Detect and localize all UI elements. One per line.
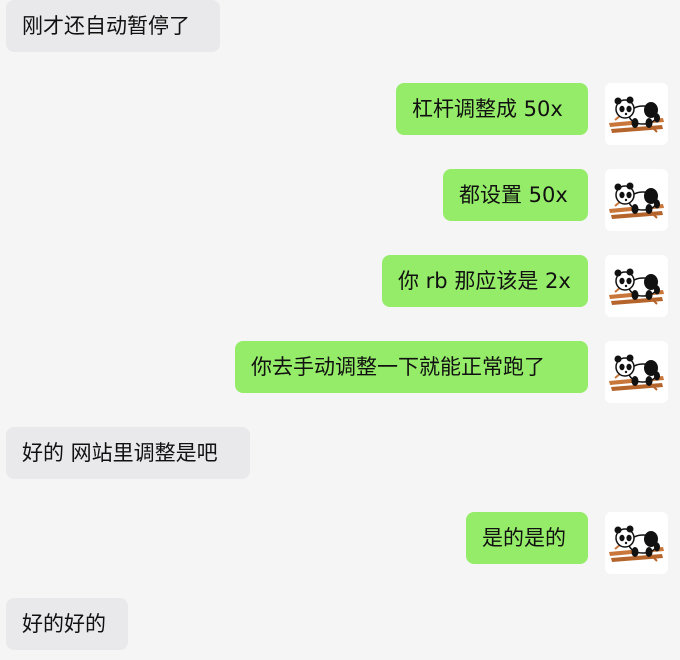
message-text: 是的是的 [482, 526, 566, 550]
panda-avatar-icon[interactable] [605, 341, 668, 403]
outgoing-message-bubble[interactable]: 你 rb 那应该是 2x [382, 255, 588, 307]
incoming-message-bubble[interactable]: 好的好的 [6, 598, 128, 650]
panda-avatar-icon[interactable] [605, 83, 668, 145]
outgoing-message-bubble[interactable]: 杠杆调整成 50x [396, 83, 588, 135]
message-text: 你去手动调整一下就能正常跑了 [251, 355, 545, 379]
message-text: 都设置 50x [459, 183, 568, 207]
panda-avatar-icon[interactable] [605, 512, 668, 574]
chat-window: 刚才还自动暂停了 杠杆调整成 50x 都设置 50x 你 rb 那应该是 2x … [0, 0, 680, 660]
incoming-message-bubble[interactable]: 刚才还自动暂停了 [6, 0, 220, 52]
panda-avatar-icon[interactable] [605, 255, 668, 317]
message-text: 刚才还自动暂停了 [22, 14, 190, 38]
incoming-message-bubble[interactable]: 好的 网站里调整是吧 [6, 427, 250, 479]
message-text: 好的 网站里调整是吧 [22, 441, 218, 465]
outgoing-message-bubble[interactable]: 是的是的 [466, 512, 588, 564]
message-text: 杠杆调整成 50x [412, 97, 563, 121]
message-text: 你 rb 那应该是 2x [398, 269, 571, 293]
outgoing-message-bubble[interactable]: 都设置 50x [443, 169, 588, 221]
panda-avatar-icon[interactable] [605, 169, 668, 231]
message-text: 好的好的 [22, 612, 106, 636]
outgoing-message-bubble[interactable]: 你去手动调整一下就能正常跑了 [235, 341, 588, 393]
